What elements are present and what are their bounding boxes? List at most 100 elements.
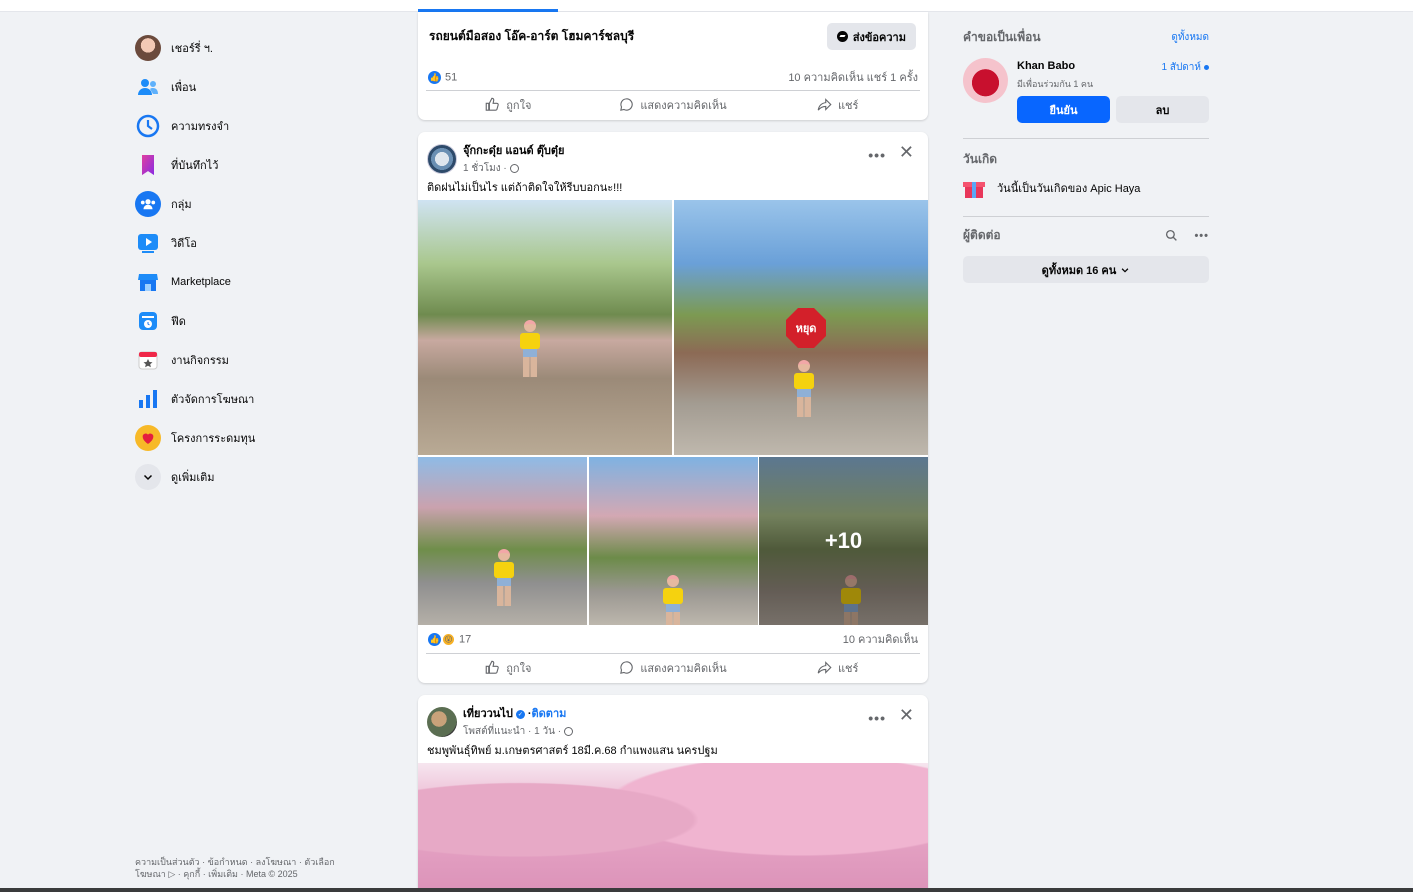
like-button[interactable]: ถูกใจ	[426, 654, 591, 681]
like-reaction-icon: 👍	[428, 632, 441, 646]
post-photo-more[interactable]: +10	[759, 457, 928, 625]
birthday-item[interactable]: วันนี้เป็นวันเกิดของ Apic Haya	[963, 178, 1140, 198]
sidebar-item-memories[interactable]: ความทรงจำ	[135, 106, 395, 145]
sidebar-item-friends[interactable]: เพื่อน	[135, 67, 395, 106]
more-options-icon[interactable]: •••	[1194, 230, 1209, 242]
share-arrow-icon	[817, 98, 832, 111]
friends-icon	[135, 74, 161, 100]
contacts-tools: •••	[1165, 229, 1209, 242]
share-label: แชร์	[837, 99, 859, 112]
contacts-title: ผู้ติดต่อ	[963, 228, 1001, 242]
see-all-contacts-button[interactable]: ดูทั้งหมด 16 คน	[963, 256, 1209, 283]
post-author[interactable]: เที่ยววนไป	[463, 708, 513, 720]
avatar[interactable]	[963, 58, 1008, 103]
share-button[interactable]: แชร์	[755, 91, 920, 118]
post-card: เที่ยววนไป ✓ ·ติดตาม โพสต์ที่แนะนำ · 1 วัน…	[418, 695, 928, 892]
globe-icon	[509, 164, 519, 173]
bottom-edge	[0, 888, 1413, 892]
post-time[interactable]: 1 ชั่วโมง ·	[463, 161, 507, 176]
post-header: เที่ยววนไป ✓ ·ติดตาม โพสต์ที่แนะนำ · 1 วัน…	[427, 704, 574, 739]
groups-icon	[135, 190, 161, 217]
post-photo[interactable]	[418, 200, 672, 455]
sidebar-item-fundraisers[interactable]: โครงการระดมทุน	[135, 418, 395, 457]
see-all-contacts-label: ดูทั้งหมด 16 คน	[1041, 264, 1117, 277]
post-author[interactable]: จุ๊กกะดุ๋ย แอนด์ ตุ๊บตุ๋ย	[463, 141, 564, 159]
mutual-friends[interactable]: มีเพื่อนร่วมกัน 1 คน	[1017, 77, 1093, 91]
post-time[interactable]: โพสต์ที่แนะนำ · 1 วัน ·	[463, 724, 561, 739]
footer-line[interactable]: ความเป็นส่วนตัว · ข้อกำหนด · ลงโฆษณา · ต…	[135, 856, 375, 868]
reaction-summary[interactable]: 👍 😮 17	[428, 632, 471, 646]
sidebar-item-see-more[interactable]: ดูเพิ่มเติม	[135, 457, 395, 496]
comment-button[interactable]: แสดงความคิดเห็น	[591, 654, 756, 681]
user-avatar	[135, 34, 161, 61]
sidebar-item-label: ฟีด	[171, 315, 186, 328]
close-icon[interactable]: ✕	[899, 142, 914, 163]
search-icon[interactable]	[1165, 229, 1178, 242]
delete-button[interactable]: ลบ	[1116, 96, 1209, 123]
reaction-summary[interactable]: 👍 51	[428, 70, 457, 84]
sidebar-item-events[interactable]: งานกิจกรรม	[135, 340, 395, 379]
footer-line[interactable]: โฆษณา ▷ · คุกกี้ · เพิ่มเติม · Meta © 20…	[135, 868, 375, 880]
post-photo[interactable]	[418, 457, 587, 625]
comment-label: แสดงความคิดเห็น	[640, 99, 727, 112]
photo-person	[794, 360, 814, 420]
see-all-link[interactable]: ดูทั้งหมด	[1171, 30, 1209, 45]
verified-badge-icon: ✓	[515, 709, 525, 719]
comments-shares-count[interactable]: 10 ความคิดเห็น แชร์ 1 ครั้ง	[788, 68, 918, 86]
share-arrow-icon	[817, 661, 832, 674]
friend-requests-title: คำขอเป็นเพื่อน	[963, 30, 1041, 44]
sidebar-item-feeds[interactable]: ฟีด	[135, 301, 395, 340]
comments-count[interactable]: 10 ความคิดเห็น	[843, 630, 918, 648]
post-photo[interactable]: หยุด	[674, 200, 928, 455]
footer-links[interactable]: ความเป็นส่วนตัว · ข้อกำหนด · ลงโฆษณา · ต…	[135, 856, 375, 880]
more-photos-overlay: +10	[759, 457, 928, 625]
post-photo[interactable]	[418, 763, 928, 892]
photo-person	[663, 575, 683, 625]
more-options-icon[interactable]: •••	[868, 147, 886, 163]
more-options-icon[interactable]: •••	[868, 710, 886, 726]
page-avatar[interactable]	[427, 143, 457, 174]
wow-reaction-icon: 😮	[442, 632, 455, 646]
sidebar-item-label: โครงการระดมทุน	[171, 432, 256, 445]
events-icon	[135, 347, 161, 373]
sidebar-item-ads-manager[interactable]: ตัวจัดการโฆษณา	[135, 379, 395, 418]
sidebar-item-label: ดูเพิ่มเติม	[171, 471, 215, 484]
comment-bubble-icon	[620, 98, 634, 111]
share-button[interactable]: แชร์	[755, 654, 920, 681]
sidebar-item-label: เพื่อน	[171, 81, 197, 94]
globe-icon	[564, 727, 574, 736]
post-stats: 👍 😮 17 10 ความคิดเห็น	[428, 629, 918, 649]
friend-requests-header: คำขอเป็นเพื่อน ดูทั้งหมด	[963, 28, 1209, 47]
comment-bubble-icon	[620, 661, 634, 674]
chevron-down-icon	[135, 463, 161, 490]
like-label: ถูกใจ	[506, 99, 532, 112]
sidebar-item-profile[interactable]: เชอร์รี่ ฯ.	[135, 28, 395, 67]
post-photo[interactable]	[589, 457, 758, 625]
send-message-label: ส่งข้อความ	[852, 31, 906, 44]
sidebar-item-label: เชอร์รี่ ฯ.	[171, 42, 213, 55]
confirm-button[interactable]: ยืนยัน	[1017, 96, 1110, 123]
requester-name[interactable]: Khan Babo	[1017, 60, 1075, 72]
like-label: ถูกใจ	[506, 662, 532, 675]
sidebar-item-label: ตัวจัดการโฆษณา	[171, 393, 255, 406]
post-actions: ถูกใจ แสดงความคิดเห็น แชร์	[426, 90, 920, 118]
feeds-icon	[135, 308, 161, 334]
like-button[interactable]: ถูกใจ	[426, 91, 591, 118]
ads-manager-icon	[135, 386, 161, 412]
close-icon[interactable]: ✕	[899, 705, 914, 726]
page-avatar[interactable]	[427, 706, 457, 737]
comment-button[interactable]: แสดงความคิดเห็น	[591, 91, 756, 118]
sidebar-item-label: วิดีโอ	[171, 237, 197, 250]
sidebar-item-marketplace[interactable]: Marketplace	[135, 262, 395, 301]
follow-button[interactable]: ติดตาม	[532, 708, 567, 720]
stop-sign: หยุด	[786, 308, 826, 348]
send-message-button[interactable]: ส่งข้อความ	[826, 23, 916, 50]
unread-dot-icon	[1204, 65, 1209, 70]
post-title[interactable]: รถยนต์มือสอง โอ๊ค-อาร์ต โฮมคาร์ชลบุรี	[429, 27, 634, 46]
post-stats: 👍 51 10 ความคิดเห็น แชร์ 1 ครั้ง	[428, 67, 918, 87]
contacts-header: ผู้ติดต่อ •••	[963, 226, 1209, 245]
sidebar-item-video[interactable]: วิดีโอ	[135, 223, 395, 262]
marketplace-icon	[135, 269, 161, 295]
sidebar-item-groups[interactable]: กลุ่ม	[135, 184, 395, 223]
sidebar-item-saved[interactable]: ที่บันทึกไว้	[135, 145, 395, 184]
